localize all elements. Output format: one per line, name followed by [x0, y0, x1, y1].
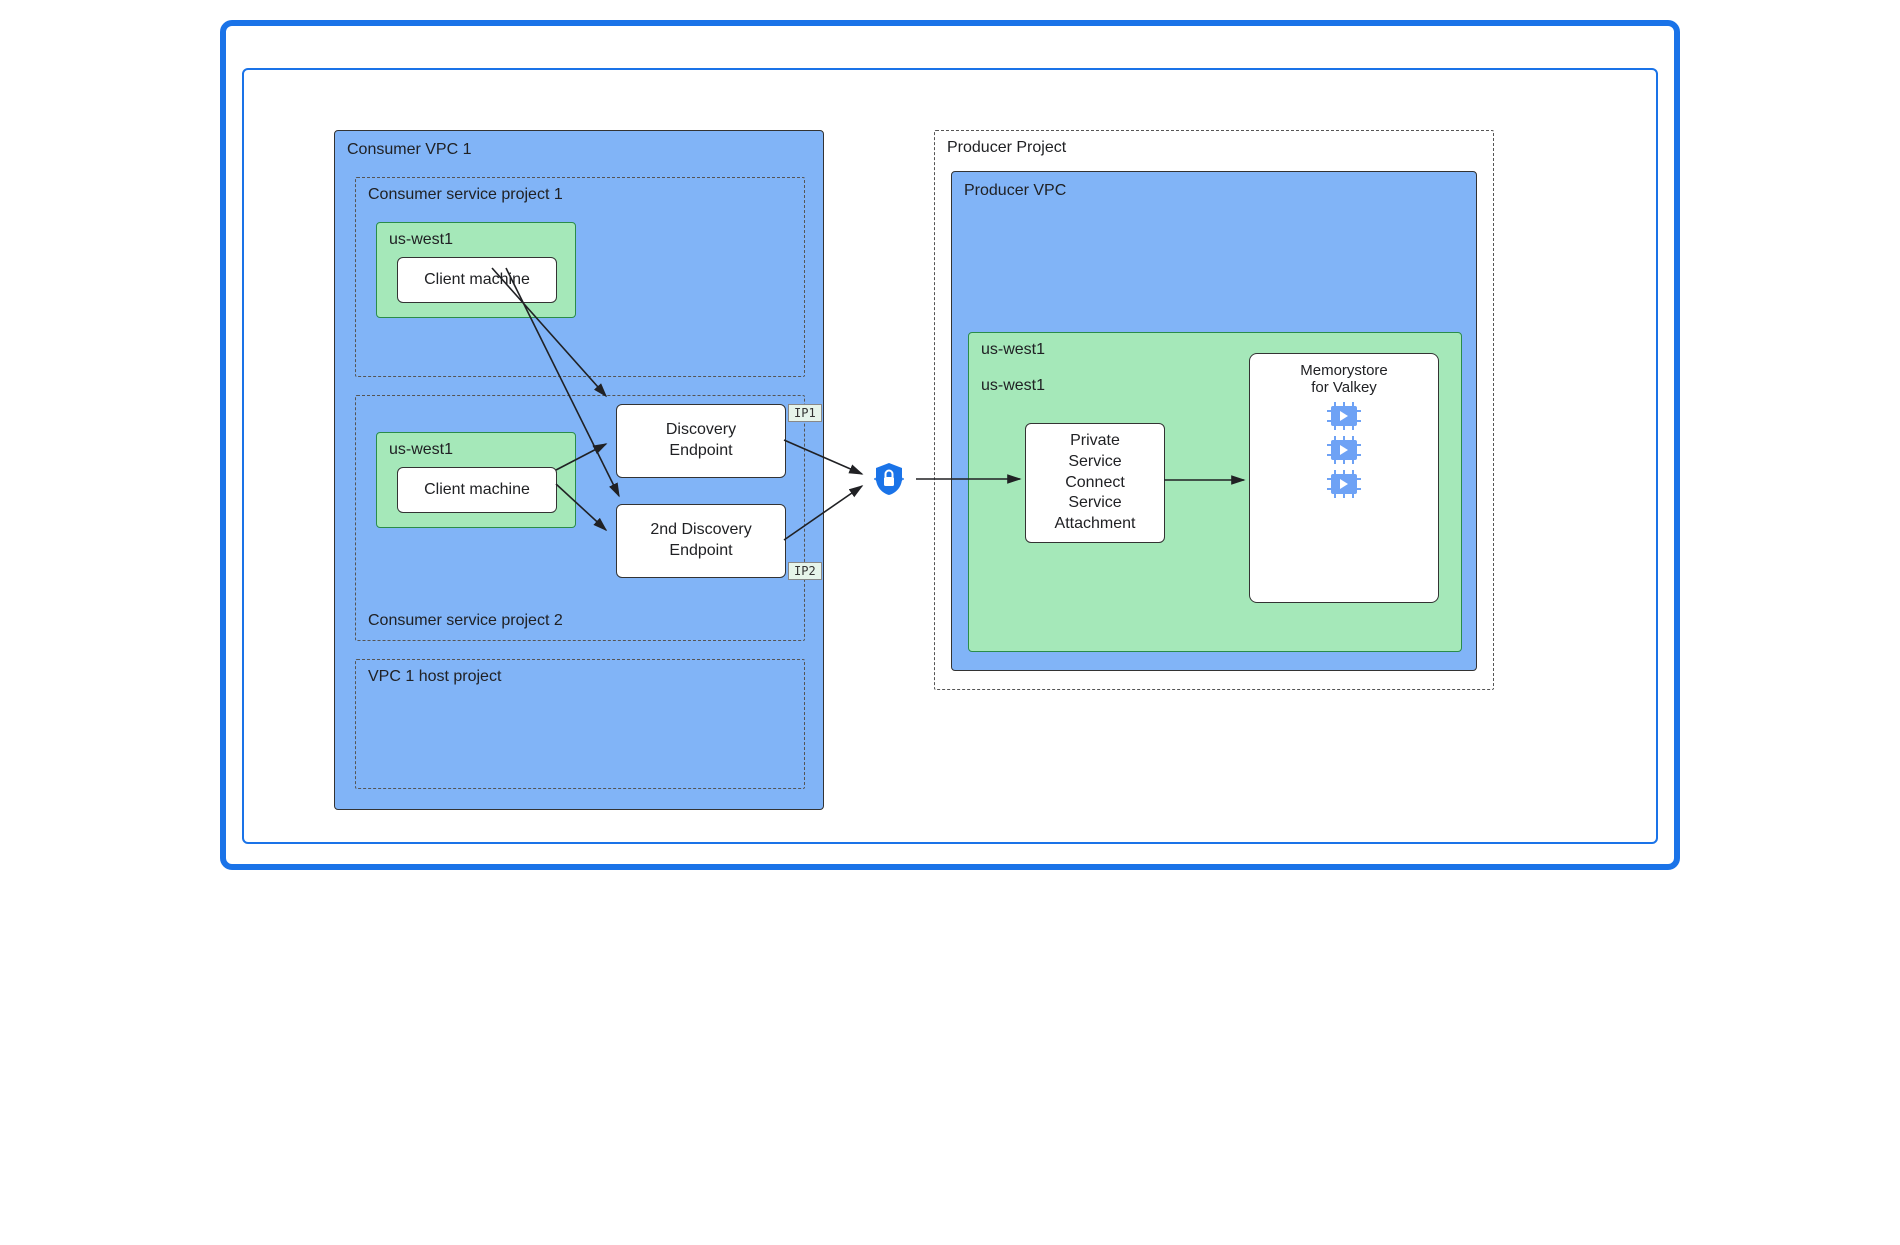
discovery-endpoint-2-label: 2nd Discovery Endpoint	[650, 520, 751, 562]
vpc1-host-project-title: VPC 1 host project	[368, 668, 792, 686]
proj1-client: Client machine	[397, 257, 557, 303]
consumer-project-1: Consumer service project 1 us-west1 Clie…	[355, 177, 805, 377]
consumer-project-1-title: Consumer service project 1	[368, 186, 792, 204]
ip2-badge: IP2	[788, 562, 822, 580]
memorystore-title: Memorystore for Valkey	[1260, 362, 1428, 396]
vpc1-host-project: VPC 1 host project	[355, 659, 805, 789]
discovery-endpoint-2: 2nd Discovery Endpoint	[616, 504, 786, 578]
discovery-endpoint-1-label: Discovery Endpoint	[666, 420, 736, 462]
psc-service-attachment-label: Private Service Connect Service Attachme…	[1055, 431, 1136, 535]
producer-project-title: Producer Project	[947, 139, 1481, 157]
producer-vpc-title: Producer VPC	[964, 182, 1464, 200]
producer-vpc: Producer VPC us-west1 us-west1 Private S…	[951, 171, 1477, 671]
diagram-canvas: Consumer VPC 1 Consumer service project …	[242, 68, 1658, 844]
proj2-region: us-west1 Client machine	[376, 432, 576, 528]
proj1-region-label: us-west1	[389, 231, 563, 249]
producer-project: Producer Project Producer VPC us-west1 u…	[934, 130, 1494, 690]
brand-rest: Cloud	[322, 34, 386, 59]
consumer-project-2: us-west1 Client machine Discovery Endpoi…	[355, 395, 805, 641]
psc-service-attachment: Private Service Connect Service Attachme…	[1025, 423, 1165, 543]
valkey-chip-icon	[1327, 402, 1361, 430]
psc-lock-icon	[874, 462, 904, 496]
discovery-endpoint-1: Discovery Endpoint	[616, 404, 786, 478]
brand-header: Google Cloud	[246, 34, 1658, 60]
consumer-vpc-title: Consumer VPC 1	[347, 141, 811, 159]
consumer-project-2-title: Consumer service project 2	[368, 612, 563, 630]
valkey-chip-icon	[1327, 436, 1361, 464]
proj2-client: Client machine	[397, 467, 557, 513]
proj1-client-label: Client machine	[424, 270, 530, 291]
brand-bold: Google	[246, 34, 322, 59]
memorystore-card: Memorystore for Valkey	[1249, 353, 1439, 603]
proj2-region-label: us-west1	[389, 441, 563, 459]
valkey-chip-icon	[1327, 470, 1361, 498]
proj1-region: us-west1 Client machine	[376, 222, 576, 318]
producer-region: us-west1 us-west1 Private Service Connec…	[968, 332, 1462, 652]
cloud-frame: Google Cloud Consumer VPC 1 Consumer ser…	[220, 20, 1680, 870]
ip1-badge: IP1	[788, 404, 822, 422]
consumer-vpc: Consumer VPC 1 Consumer service project …	[334, 130, 824, 810]
proj2-client-label: Client machine	[424, 480, 530, 501]
